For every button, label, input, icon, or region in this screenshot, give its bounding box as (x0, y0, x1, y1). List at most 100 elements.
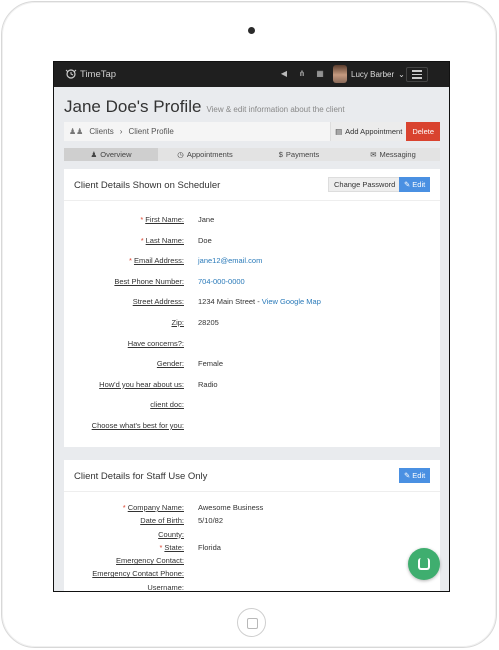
tablet-frame: TimeTap ◀ ⋔ ▦ Lucy Barber ⌄ Jane Doe's P… (1, 1, 497, 648)
field-row-company: * Company Name: Awesome Business (64, 502, 440, 515)
field-row-referral: How'd you hear about us: Radio (64, 376, 440, 397)
calendar-icon[interactable]: ▦ (316, 69, 324, 78)
hamburger-menu-icon[interactable] (406, 67, 428, 82)
edit-label: Edit (412, 471, 426, 480)
field-label: client doc: (150, 400, 184, 410)
field-value: 704-000-0000 (198, 277, 245, 286)
envelope-icon: ✉ (370, 150, 377, 159)
briefcase-icon: ▤ (335, 127, 343, 136)
edit-button[interactable]: ✎ Edit (399, 177, 431, 192)
sitemap-icon[interactable]: ⋔ (298, 69, 306, 78)
tab-label: Appointments (186, 150, 233, 159)
breadcrumb-bar: ♟♟ Clients › Client Profile ▤ Add Appoin… (64, 122, 440, 141)
scheduler-details-card: Client Details Shown on Scheduler Change… (64, 169, 440, 447)
chevron-down-icon: ⌄ (398, 69, 405, 79)
field-value: Female (198, 359, 224, 369)
required-marker: * (159, 542, 163, 552)
staff-details-card: Client Details for Staff Use Only ✎ Edit… (64, 460, 440, 592)
chat-launcher-button[interactable] (408, 548, 440, 580)
pencil-icon: ✎ (404, 471, 411, 480)
field-row-email: * Email Address: jane12@email.com (64, 252, 440, 273)
change-password-label: Change Password (334, 180, 396, 189)
field-row-last-name: * Last Name: Doe (64, 232, 440, 253)
field-row-client-doc: client doc: (64, 396, 440, 417)
field-value: Jane (198, 215, 215, 224)
phone-link[interactable]: 704-000-0000 (198, 277, 245, 286)
field-row-emergency-phone: Emergency Contact Phone: (64, 568, 440, 581)
nav-icons: ◀ ⋔ ▦ (280, 69, 324, 78)
field-label: * First Name: (140, 215, 184, 224)
field-value: Radio (198, 379, 218, 389)
user-menu[interactable]: Lucy Barber ⌄ (333, 65, 405, 83)
field-label: How'd you hear about us: (99, 379, 184, 389)
field-row-gender: Gender: Female (64, 355, 440, 376)
field-label: Choose what's best for you: (91, 420, 184, 430)
field-label: * Last Name: (140, 235, 184, 245)
field-row-county: County: (64, 529, 440, 542)
required-marker: * (140, 215, 144, 224)
page-title: Jane Doe's Profile (64, 97, 202, 116)
required-marker: * (140, 235, 144, 245)
field-label: Emergency Contact: (116, 556, 184, 566)
volume-icon[interactable]: ◀ (280, 69, 288, 78)
field-row-state: * State: Florida (64, 542, 440, 555)
email-link[interactable]: jane12@email.com (198, 256, 262, 265)
field-label: * State: (159, 542, 184, 552)
tab-appointments[interactable]: ◷ Appointments (158, 148, 252, 161)
required-marker: * (122, 503, 126, 512)
breadcrumb-clients[interactable]: Clients (89, 127, 113, 136)
field-label: Zip: (171, 317, 184, 327)
field-value: Awesome Business (198, 503, 264, 512)
breadcrumb-separator: › (119, 127, 123, 136)
delete-label: Delete (412, 127, 434, 136)
change-password-button[interactable]: Change Password (328, 177, 402, 192)
field-row-emergency-contact: Emergency Contact: (64, 555, 440, 568)
tab-payments[interactable]: $ Payments (252, 148, 346, 161)
field-label: Username: (147, 582, 184, 592)
field-value: Doe (198, 235, 212, 245)
home-button[interactable] (237, 608, 266, 637)
tab-messaging[interactable]: ✉ Messaging (346, 148, 440, 161)
field-label: Street Address: (132, 297, 184, 307)
logo-text: TimeTap (80, 68, 117, 80)
edit-button[interactable]: ✎ Edit (399, 468, 431, 483)
card-title: Client Details Shown on Scheduler (74, 180, 221, 191)
field-label: Emergency Contact Phone: (92, 569, 184, 579)
timetap-logo-icon (65, 69, 77, 79)
field-value: 1234 Main Street - View Google Map (198, 297, 321, 307)
field-value: Florida (198, 542, 221, 552)
field-row-choose-best: Choose what's best for you: (64, 417, 440, 438)
field-label: Date of Birth: (140, 516, 184, 526)
field-value: 28205 (198, 317, 219, 327)
field-label: County: (158, 529, 184, 539)
top-navbar: TimeTap ◀ ⋔ ▦ Lucy Barber ⌄ (54, 62, 449, 87)
app-screen: TimeTap ◀ ⋔ ▦ Lucy Barber ⌄ Jane Doe's P… (53, 61, 450, 592)
field-label: * Email Address: (129, 256, 184, 266)
card-title: Client Details for Staff Use Only (74, 471, 208, 482)
avatar (333, 65, 347, 83)
delete-button[interactable]: Delete (406, 122, 440, 141)
chat-icon (418, 558, 430, 570)
field-label: Best Phone Number: (114, 276, 184, 286)
tab-overview[interactable]: ♟ Overview (64, 148, 158, 161)
camera-dot (248, 27, 255, 34)
user-icon: ♟ (90, 150, 98, 159)
breadcrumb: ♟♟ Clients › Client Profile (64, 127, 330, 136)
add-appointment-button[interactable]: ▤ Add Appointment (330, 122, 407, 141)
field-value: jane12@email.com (198, 256, 262, 265)
clock-icon: ◷ (177, 150, 184, 159)
card-header: Client Details for Staff Use Only ✎ Edit (64, 460, 440, 492)
tab-label: Messaging (379, 150, 416, 159)
field-row-street-address: Street Address: 1234 Main Street - View G… (64, 293, 440, 314)
field-row-concerns: Have concerns?: (64, 335, 440, 356)
pencil-icon: ✎ (404, 180, 411, 189)
view-google-map-link[interactable]: View Google Map (262, 297, 321, 306)
page-subtitle: View & edit information about the client (206, 105, 345, 114)
card-header: Client Details Shown on Scheduler Change… (64, 169, 440, 201)
field-row-first-name: * First Name: Jane (64, 211, 440, 232)
app-logo[interactable]: TimeTap (64, 68, 116, 80)
field-row-zip: Zip: 28205 (64, 314, 440, 335)
field-row-phone: Best Phone Number: 704-000-0000 (64, 273, 440, 294)
page-header: Jane Doe's Profile View & edit informati… (64, 97, 345, 117)
tab-label: Payments (285, 150, 320, 159)
